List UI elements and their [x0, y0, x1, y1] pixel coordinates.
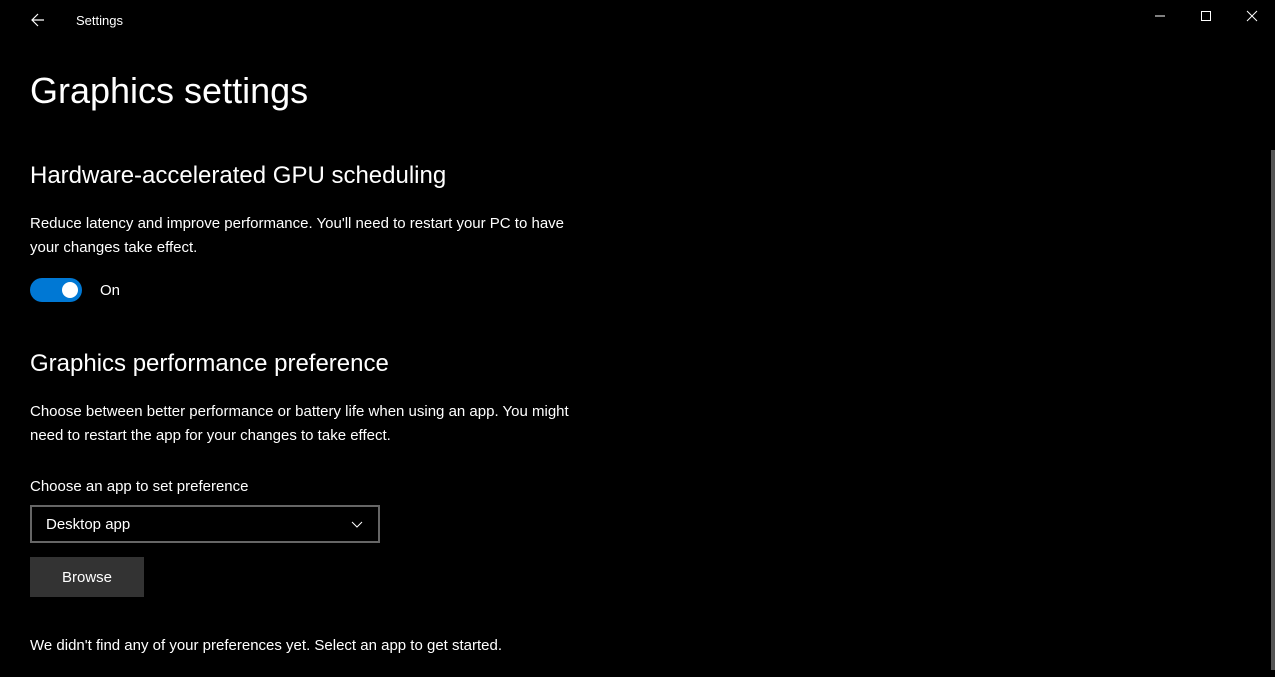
- vertical-scrollbar[interactable]: [1271, 150, 1275, 670]
- maximize-button[interactable]: [1183, 0, 1229, 32]
- back-button[interactable]: [20, 4, 52, 36]
- gpu-scheduling-heading: Hardware-accelerated GPU scheduling: [30, 162, 1245, 190]
- toggle-knob: [62, 282, 78, 298]
- gpu-scheduling-description: Reduce latency and improve performance. …: [30, 212, 590, 260]
- dropdown-selected-value: Desktop app: [46, 516, 130, 533]
- empty-state-message: We didn't find any of your preferences y…: [30, 637, 1245, 654]
- window-title: Settings: [76, 13, 123, 28]
- close-icon: [1246, 10, 1258, 22]
- gpu-scheduling-toggle[interactable]: [30, 278, 82, 302]
- minimize-button[interactable]: [1137, 0, 1183, 32]
- maximize-icon: [1200, 10, 1212, 22]
- minimize-icon: [1154, 10, 1166, 22]
- chevron-down-icon: [350, 517, 364, 531]
- page-title: Graphics settings: [30, 70, 1245, 112]
- choose-app-label: Choose an app to set preference: [30, 478, 1245, 495]
- close-button[interactable]: [1229, 0, 1275, 32]
- performance-preference-description: Choose between better performance or bat…: [30, 400, 590, 448]
- browse-button-label: Browse: [62, 569, 112, 586]
- gpu-scheduling-toggle-label: On: [100, 282, 120, 299]
- performance-preference-heading: Graphics performance preference: [30, 350, 1245, 378]
- app-type-dropdown[interactable]: Desktop app: [30, 505, 380, 543]
- back-arrow-icon: [28, 12, 44, 28]
- browse-button[interactable]: Browse: [30, 557, 144, 597]
